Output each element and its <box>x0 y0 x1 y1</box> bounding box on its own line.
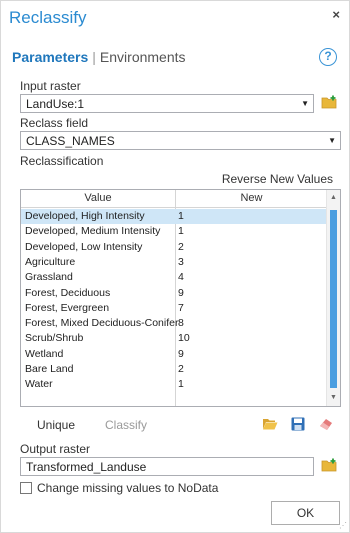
missing-values-checkbox[interactable] <box>20 482 32 494</box>
reclass-field-dropdown[interactable]: CLASS_NAMES ▼ <box>20 131 341 150</box>
folder-add-icon[interactable] <box>321 458 337 472</box>
vertical-scrollbar[interactable]: ▲ ▼ <box>326 190 340 406</box>
cell-value[interactable]: Agriculture <box>25 256 75 268</box>
classify-button[interactable]: Classify <box>105 418 147 432</box>
cell-new[interactable]: 2 <box>178 363 184 375</box>
table-row[interactable]: Water 1 <box>21 377 327 392</box>
folder-add-icon[interactable] <box>321 95 337 109</box>
dropdown-arrow-icon: ▼ <box>328 136 336 145</box>
reverse-new-values-button[interactable]: Reverse New Values <box>222 172 333 186</box>
column-header-value[interactable]: Value <box>21 192 175 204</box>
output-raster-input[interactable]: Transformed_Landuse <box>20 457 314 476</box>
table-header: Value New <box>21 190 327 208</box>
cell-new[interactable]: 1 <box>178 378 184 390</box>
cell-new[interactable]: 1 <box>178 225 184 237</box>
dropdown-arrow-icon: ▼ <box>301 99 309 108</box>
table-row[interactable]: Forest, Mixed Deciduous-Conifer 8 <box>21 316 327 331</box>
tab-environments[interactable]: Environments <box>100 49 186 65</box>
column-header-new[interactable]: New <box>176 192 327 204</box>
cell-value[interactable]: Forest, Mixed Deciduous-Conifer <box>25 317 178 329</box>
table-row[interactable]: Wetland 9 <box>21 347 327 362</box>
cell-value[interactable]: Wetland <box>25 348 63 360</box>
tab-bar: Parameters | Environments <box>12 49 186 65</box>
table-row[interactable]: Forest, Evergreen 7 <box>21 301 327 316</box>
missing-values-label: Change missing values to NoData <box>37 481 219 495</box>
input-raster-dropdown[interactable]: LandUse:1 ▼ <box>20 94 314 113</box>
eraser-icon[interactable] <box>318 417 334 431</box>
cell-value[interactable]: Forest, Evergreen <box>25 302 109 314</box>
help-icon[interactable]: ? <box>319 48 337 66</box>
table-row[interactable]: Bare Land 2 <box>21 362 327 377</box>
ok-button[interactable]: OK <box>271 501 340 525</box>
cell-value[interactable]: Forest, Deciduous <box>25 287 110 299</box>
tab-separator: | <box>92 49 96 65</box>
table-row[interactable]: Forest, Deciduous 9 <box>21 286 327 301</box>
cell-new[interactable]: 8 <box>178 317 184 329</box>
cell-value[interactable]: Water <box>25 378 53 390</box>
scroll-up-icon[interactable]: ▲ <box>330 194 337 201</box>
reclassify-dialog: Reclassify × Parameters | Environments ? I… <box>0 0 350 533</box>
resize-grip-icon[interactable]: ⋰ <box>339 521 347 530</box>
cell-new[interactable]: 7 <box>178 302 184 314</box>
table-row[interactable]: Developed, Medium Intensity 1 <box>21 224 327 239</box>
cell-new[interactable]: 3 <box>178 256 184 268</box>
table-row[interactable]: Scrub/Shrub 10 <box>21 331 327 346</box>
cell-value[interactable]: Scrub/Shrub <box>25 332 83 344</box>
cell-value[interactable]: Developed, High Intensity <box>25 210 145 222</box>
unique-button[interactable]: Unique <box>37 418 75 432</box>
tab-parameters[interactable]: Parameters <box>12 49 88 65</box>
close-icon[interactable]: × <box>332 7 340 22</box>
table-row[interactable]: Developed, Low Intensity 2 <box>21 240 327 255</box>
input-raster-label: Input raster <box>20 79 81 93</box>
output-raster-value: Transformed_Landuse <box>26 460 147 474</box>
cell-value[interactable]: Bare Land <box>25 363 73 375</box>
cell-value[interactable]: Grassland <box>25 271 73 283</box>
cell-new[interactable]: 9 <box>178 287 184 299</box>
input-raster-value: LandUse:1 <box>26 97 85 111</box>
table-row[interactable] <box>21 393 327 406</box>
cell-value[interactable]: Developed, Low Intensity <box>25 241 142 253</box>
cell-new[interactable]: 9 <box>178 348 184 360</box>
cell-value[interactable]: Developed, Medium Intensity <box>25 225 160 237</box>
output-raster-label: Output raster <box>20 442 91 456</box>
dialog-title: Reclassify <box>9 8 87 27</box>
reclass-field-label: Reclass field <box>20 116 89 130</box>
table-row[interactable]: Agriculture 3 <box>21 255 327 270</box>
scroll-down-icon[interactable]: ▼ <box>330 394 337 401</box>
save-icon[interactable] <box>290 417 306 431</box>
cell-new[interactable]: 10 <box>178 332 190 344</box>
cell-new[interactable]: 1 <box>178 210 184 222</box>
reclass-field-value: CLASS_NAMES <box>26 134 115 148</box>
table-row[interactable]: Developed, High Intensity 1 <box>21 209 327 225</box>
scroll-thumb[interactable] <box>330 210 337 388</box>
table-row[interactable]: Grassland 4 <box>21 270 327 285</box>
reclass-table: Value New Developed, High Intensity 1 Deve… <box>20 189 341 407</box>
cell-new[interactable]: 4 <box>178 271 184 283</box>
cell-new[interactable]: 2 <box>178 241 184 253</box>
reclassification-label: Reclassification <box>20 154 104 168</box>
folder-open-icon[interactable] <box>262 417 278 431</box>
